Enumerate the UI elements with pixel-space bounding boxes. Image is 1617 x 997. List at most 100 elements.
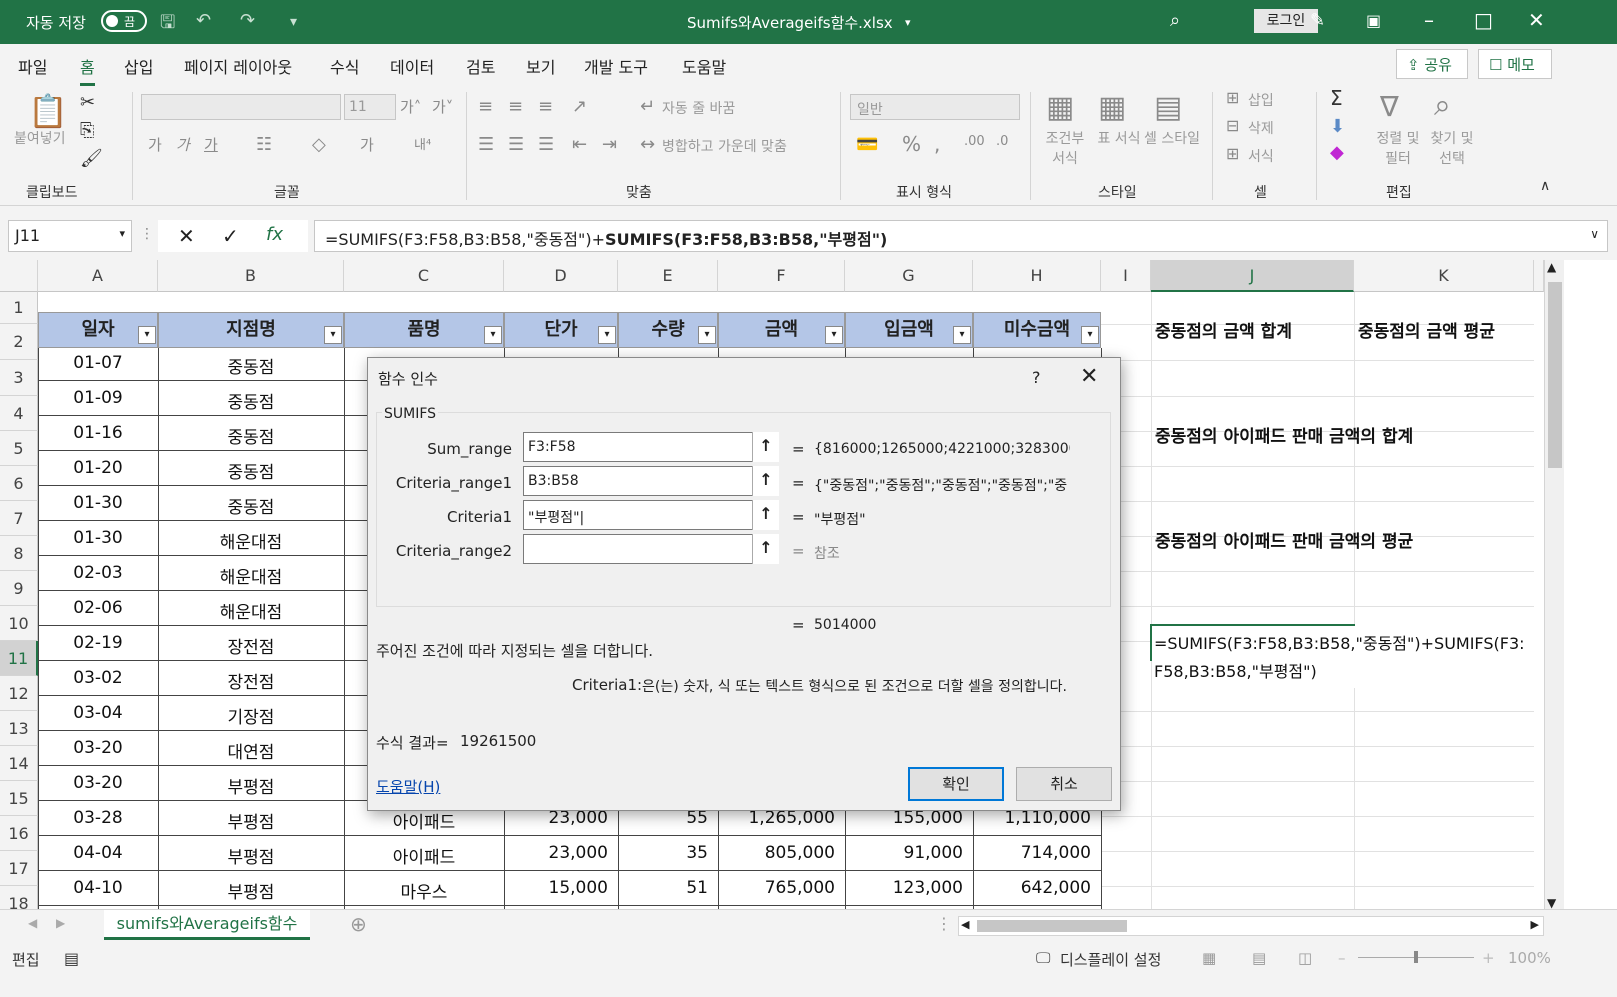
row-header-13[interactable]: 13	[0, 711, 38, 746]
label-sum[interactable]: 중동점의 금액 합계	[1155, 317, 1292, 342]
zoom-in-icon[interactable]: +	[1482, 949, 1495, 967]
bold-icon[interactable]: 가	[148, 134, 162, 155]
column-header-f[interactable]: F	[718, 260, 845, 292]
zoom-slider-thumb[interactable]	[1414, 951, 1418, 963]
accessibility-icon[interactable]: ▤	[64, 949, 79, 968]
cell-styles-button[interactable]: 셀 스타일	[1144, 128, 1200, 148]
find-select-icon[interactable]: ⌕	[1434, 88, 1451, 123]
merge-icon[interactable]: ↔	[640, 134, 655, 155]
decrease-indent-icon[interactable]: ⇤	[572, 134, 587, 155]
tab-view[interactable]: 보기	[526, 54, 555, 78]
row-header-5[interactable]: 5	[0, 431, 38, 466]
criteria-range2-input[interactable]	[523, 534, 779, 564]
column-header-a[interactable]: A	[38, 260, 158, 292]
scroll-up-icon[interactable]: ▲	[1547, 260, 1556, 274]
display-icon[interactable]: 🖵	[1036, 949, 1050, 967]
horizontal-scroll-thumb[interactable]	[977, 920, 1127, 932]
cell-branch[interactable]: 장전점	[158, 633, 344, 658]
clear-icon[interactable]: ◆	[1330, 142, 1344, 163]
next-sheet-icon[interactable]: ▶	[56, 916, 65, 930]
insert-cells-button[interactable]: 삽입	[1248, 90, 1274, 110]
fill-icon[interactable]: ⬇	[1330, 116, 1345, 137]
login-button[interactable]: 로그인	[1254, 9, 1318, 33]
column-header-i[interactable]: I	[1101, 260, 1151, 292]
border-icon[interactable]: ☷	[256, 134, 272, 155]
cell-amount[interactable]: 765,000	[718, 878, 835, 898]
row-header-2[interactable]: 2	[0, 324, 38, 360]
format-painter-icon[interactable]: 🖌	[80, 148, 103, 169]
cell-qty[interactable]: 55	[618, 808, 708, 828]
conditional-format-button[interactable]: 조건부 서식	[1040, 128, 1090, 168]
select-all-corner[interactable]	[0, 260, 38, 292]
cell-due[interactable]: 642,000	[973, 878, 1091, 898]
filter-dropdown-icon[interactable]: ▾	[598, 326, 616, 344]
memo-button[interactable]: ☐ 메모	[1478, 49, 1552, 79]
cell-date[interactable]: 02-06	[38, 598, 158, 618]
format-table-button[interactable]: 표 서식	[1094, 128, 1144, 148]
help-icon[interactable]: ?	[1032, 368, 1041, 387]
formula-input[interactable]: =SUMIFS(F3:F58,B3:B58,"중동점")+SUMIFS(F3:F…	[314, 220, 1608, 252]
tab-data[interactable]: 데이터	[390, 54, 434, 78]
enter-icon[interactable]: ✓	[222, 224, 239, 248]
cell-branch[interactable]: 장전점	[158, 668, 344, 693]
cell-due[interactable]: 714,000	[973, 843, 1091, 863]
tab-formulas[interactable]: 수식	[330, 54, 359, 78]
align-top-icon[interactable]: ≡	[478, 96, 493, 117]
italic-icon[interactable]: 가	[176, 134, 190, 155]
copy-icon[interactable]: ⎘	[80, 120, 94, 141]
cell-amount[interactable]: 1,265,000	[718, 808, 835, 828]
save-icon[interactable]: 🖫	[160, 10, 175, 40]
column-header-j[interactable]: J	[1151, 260, 1354, 292]
wrap-text-button[interactable]: 자동 줄 바꿈	[662, 98, 735, 118]
cell-item[interactable]: 아이패드	[344, 808, 504, 833]
cell-branch[interactable]: 중동점	[158, 493, 344, 518]
display-settings[interactable]: 디스플레이 설정	[1060, 949, 1161, 970]
cell-branch[interactable]: 부평점	[158, 773, 344, 798]
cell-branch[interactable]: 해운대점	[158, 598, 344, 623]
cell-paid[interactable]: 123,000	[845, 878, 963, 898]
row-header-6[interactable]: 6	[0, 466, 38, 501]
help-link[interactable]: 도움말(H)	[376, 776, 440, 797]
label-average[interactable]: 중동점의 금액 평균	[1358, 317, 1495, 342]
cell-date[interactable]: 01-16	[38, 423, 158, 443]
insert-cells-icon[interactable]: ⊞	[1226, 88, 1239, 107]
comma-icon[interactable]: ,	[934, 132, 940, 156]
maximize-icon[interactable]: □	[1474, 8, 1493, 32]
cell-item[interactable]: 마우스	[344, 878, 504, 903]
sheet-tab[interactable]: sumifs와Averageifs함수	[104, 910, 310, 940]
tab-review[interactable]: 검토	[466, 54, 495, 78]
cancel-button[interactable]: 취소	[1016, 767, 1112, 801]
ribbon-display-icon[interactable]: ▣	[1366, 11, 1381, 30]
cell-price[interactable]: 15,000	[504, 878, 608, 898]
tab-insert[interactable]: 삽입	[124, 54, 153, 78]
cell-date[interactable]: 02-03	[38, 563, 158, 583]
cell-date[interactable]: 01-30	[38, 528, 158, 548]
cell-date[interactable]: 01-07	[38, 353, 158, 373]
column-header-c[interactable]: C	[344, 260, 504, 292]
align-center-icon[interactable]: ☰	[508, 134, 524, 155]
column-header-h[interactable]: H	[973, 260, 1101, 292]
cell-date[interactable]: 03-04	[38, 703, 158, 723]
page-layout-view-icon[interactable]: ▤	[1252, 949, 1266, 967]
cell-qty[interactable]: 51	[618, 878, 708, 898]
page-break-view-icon[interactable]: ◫	[1298, 949, 1312, 967]
close-icon[interactable]: ✕	[1080, 364, 1098, 389]
shrink-font-icon[interactable]: 가˅	[432, 96, 453, 117]
ok-button[interactable]: 확인	[908, 767, 1004, 801]
align-middle-icon[interactable]: ≡	[508, 96, 523, 117]
cell-branch[interactable]: 부평점	[158, 808, 344, 833]
paste-label[interactable]: 붙여넣기	[14, 128, 66, 148]
column-header-e[interactable]: E	[618, 260, 718, 292]
cell-qty[interactable]: 35	[618, 843, 708, 863]
collapse-dialog-icon[interactable]: ↑	[752, 432, 779, 462]
increase-indent-icon[interactable]: ⇥	[602, 134, 617, 155]
cell-styles-icon[interactable]: ▤	[1154, 90, 1182, 125]
criteria1-input[interactable]: "부평점"|	[523, 500, 779, 530]
vertical-scrollbar[interactable]: ▲ ▼	[1544, 260, 1564, 910]
customize-qat-icon[interactable]: ▾	[290, 14, 297, 30]
row-header-7[interactable]: 7	[0, 501, 38, 536]
pen-icon[interactable]: ✎	[1310, 10, 1325, 31]
cut-icon[interactable]: ✂	[80, 92, 95, 113]
prev-sheet-icon[interactable]: ◀	[28, 916, 37, 930]
format-table-icon[interactable]: ▦	[1098, 90, 1126, 125]
